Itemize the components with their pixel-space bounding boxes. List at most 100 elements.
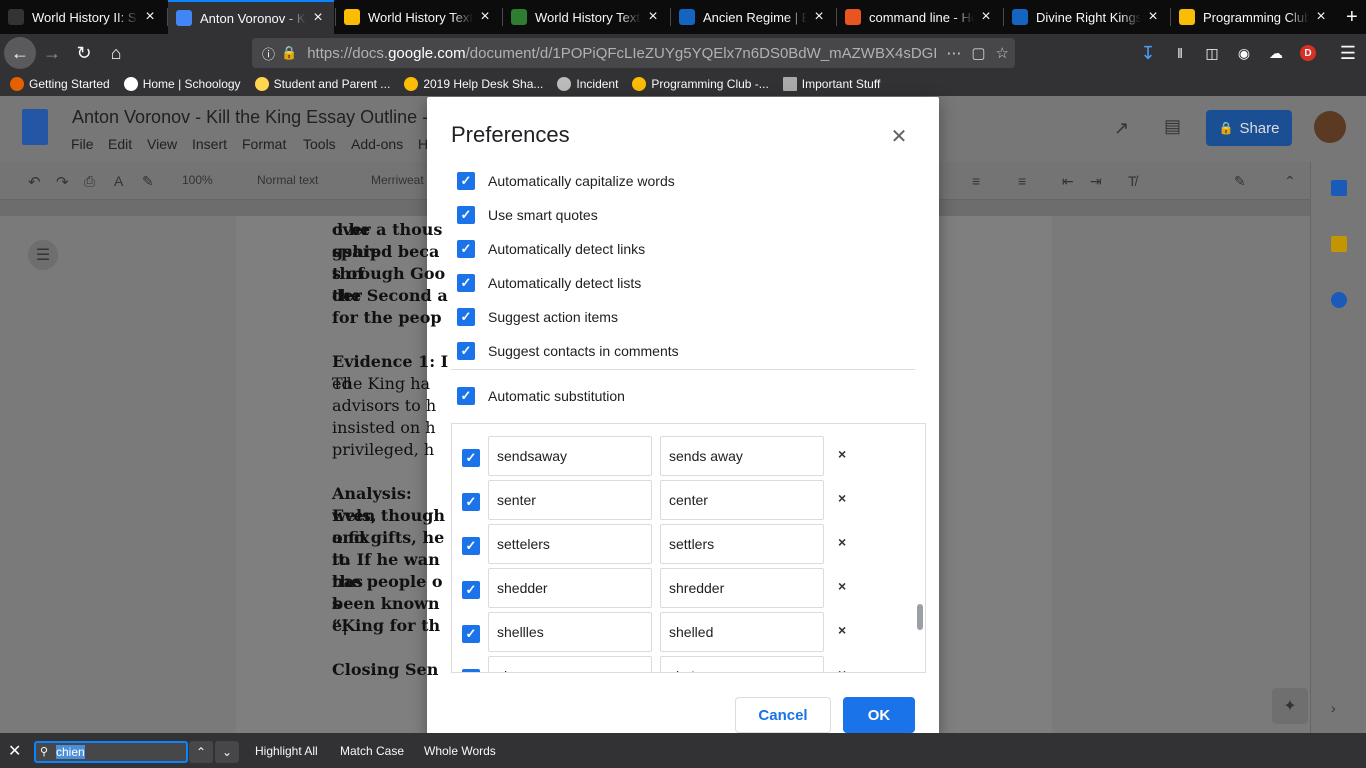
bookmark-item[interactable]: 2019 Help Desk Sha... — [404, 77, 543, 91]
pref-item[interactable]: ✓ Suggest contacts in comments — [457, 342, 679, 360]
home-button[interactable]: ⌂ — [100, 37, 132, 69]
find-previous-icon[interactable]: ⌃ — [189, 741, 213, 763]
close-icon[interactable]: × — [142, 8, 158, 26]
bookmark-item[interactable]: Student and Parent ... — [254, 77, 390, 91]
spellcheck-icon[interactable]: A — [114, 173, 123, 189]
editing-mode-icon[interactable]: ✎ — [1234, 173, 1246, 190]
remove-icon[interactable]: × — [838, 446, 846, 462]
redo-icon[interactable]: ↷ — [56, 173, 69, 191]
highlight-all-button[interactable]: Highlight All — [255, 744, 318, 758]
share-button[interactable]: 🔒 Share — [1206, 110, 1292, 146]
checkbox-checked-icon[interactable]: ✓ — [462, 449, 480, 467]
style-select[interactable]: Normal text — [257, 173, 318, 187]
expand-panel-icon[interactable]: › — [1331, 700, 1336, 716]
bookmark-item[interactable]: Incident — [557, 77, 618, 91]
font-select[interactable]: Merriweat — [371, 173, 424, 187]
menu-icon[interactable]: ☰ — [1332, 37, 1364, 69]
close-icon[interactable]: × — [1145, 8, 1161, 26]
bulleted-list-icon[interactable]: ≡ — [1018, 173, 1026, 189]
close-icon[interactable]: × — [645, 8, 661, 26]
tab[interactable]: Programming Club - × — [1171, 0, 1337, 34]
bookmark-item[interactable]: Getting Started — [10, 77, 110, 91]
zoom-select[interactable]: 100% — [182, 173, 213, 187]
remove-icon[interactable]: × — [838, 490, 846, 506]
forward-button[interactable]: → — [36, 37, 68, 69]
reload-button[interactable]: ↻ — [68, 37, 100, 69]
remove-icon[interactable]: × — [838, 666, 846, 672]
with-input[interactable]: sends away — [660, 436, 824, 476]
back-button[interactable]: ← — [4, 37, 36, 69]
extension-d-icon[interactable]: D — [1292, 37, 1324, 69]
decrease-indent-icon[interactable]: ⇤ — [1062, 173, 1074, 190]
cancel-button[interactable]: Cancel — [735, 697, 831, 733]
calendar-icon[interactable] — [1331, 180, 1347, 196]
collapse-menu-icon[interactable]: ⌃ — [1284, 173, 1296, 190]
bookmark-item[interactable]: Home | Schoology — [123, 77, 241, 91]
menu-item[interactable]: View — [147, 136, 177, 152]
tab[interactable]: World History Textbo× — [503, 0, 669, 34]
menu-item[interactable]: Edit — [108, 136, 132, 152]
close-icon[interactable]: × — [978, 8, 994, 26]
tab[interactable]: Divine Right Kingshi × — [1004, 0, 1169, 34]
document-title[interactable]: Anton Voronov - Kill the King Essay Outl… — [72, 107, 428, 128]
page-actions-icon[interactable]: ⋯ — [946, 44, 961, 62]
checkbox-checked-icon[interactable]: ✓ — [457, 308, 475, 326]
increase-indent-icon[interactable]: ⇥ — [1090, 173, 1102, 190]
sidebar-icon[interactable]: ◫ — [1196, 37, 1228, 69]
menu-item[interactable]: Add-ons — [351, 136, 403, 152]
bookmark-star-icon[interactable]: ☆ — [996, 44, 1009, 62]
pocket-icon[interactable]: ▢ — [971, 44, 985, 62]
library-icon[interactable]: ‖ — [1164, 37, 1196, 69]
extension-cloud-icon[interactable]: ☁ — [1260, 37, 1292, 69]
replace-input[interactable]: sendsaway — [488, 436, 652, 476]
tab[interactable]: World History II: Sec× — [0, 0, 166, 34]
bookmark-item[interactable]: Programming Club -... — [632, 77, 769, 91]
close-icon[interactable]: × — [310, 9, 326, 27]
tab[interactable]: World History Textbo× — [336, 0, 501, 34]
close-icon[interactable]: ✕ — [887, 124, 911, 149]
clear-formatting-icon[interactable]: T̸ — [1128, 173, 1137, 189]
account-icon[interactable]: ◉ — [1228, 37, 1260, 69]
tab[interactable]: Ancien Regime | Enc× — [671, 0, 835, 34]
whole-words-button[interactable]: Whole Words — [424, 744, 496, 758]
close-icon[interactable]: × — [811, 8, 827, 26]
tab[interactable]: command line - How× — [837, 0, 1002, 34]
new-tab-icon[interactable]: + — [1338, 0, 1366, 34]
print-icon[interactable]: ⎙ — [84, 173, 95, 190]
with-input[interactable]: she's — [660, 656, 824, 672]
ok-button[interactable]: OK — [843, 697, 915, 733]
info-icon[interactable]: ⓘ — [262, 44, 275, 63]
match-case-button[interactable]: Match Case — [340, 744, 404, 758]
comments-icon[interactable]: ▤ — [1164, 116, 1181, 137]
pref-item[interactable]: ✓ Suggest action items — [457, 308, 618, 326]
menu-item[interactable]: H — [418, 136, 428, 152]
checkbox-checked-icon[interactable]: ✓ — [457, 342, 475, 360]
replace-input[interactable]: shes — [488, 656, 652, 672]
pref-item[interactable]: ✓ Automatically capitalize words — [457, 172, 675, 190]
tasks-icon[interactable] — [1331, 292, 1347, 308]
menu-item[interactable]: Format — [242, 136, 286, 152]
checkbox-checked-icon[interactable]: ✓ — [462, 669, 480, 672]
outline-icon[interactable]: ☰ — [28, 240, 58, 270]
docs-logo-icon[interactable] — [22, 109, 48, 145]
menu-item[interactable]: Tools — [303, 136, 336, 152]
avatar[interactable] — [1314, 111, 1346, 143]
numbered-list-icon[interactable]: ≡ — [972, 173, 980, 189]
find-next-icon[interactable]: ⌄ — [215, 741, 239, 763]
paint-format-icon[interactable]: ✎ — [142, 173, 154, 190]
find-input[interactable]: ⚲ chien — [34, 741, 188, 763]
explore-icon[interactable]: ✦ — [1272, 688, 1308, 724]
downloads-icon[interactable]: ↧ — [1132, 37, 1164, 69]
undo-icon[interactable]: ↶ — [28, 173, 41, 191]
activity-icon[interactable]: ↗ — [1114, 118, 1129, 139]
close-icon[interactable]: × — [477, 8, 493, 26]
close-icon[interactable]: × — [1313, 8, 1329, 26]
checkbox-checked-icon[interactable]: ✓ — [457, 172, 475, 190]
tab[interactable]: Anton Voronov - Kill × — [168, 0, 334, 34]
menu-item[interactable]: Insert — [192, 136, 227, 152]
keep-icon[interactable] — [1331, 236, 1347, 252]
url-bar[interactable]: ⓘ 🔒 https://docs.google.com/document/d/1… — [252, 38, 1015, 68]
close-icon[interactable]: ✕ — [8, 741, 21, 761]
bookmark-item[interactable]: Important Stuff — [782, 77, 880, 91]
menu-item[interactable]: File — [71, 136, 94, 152]
